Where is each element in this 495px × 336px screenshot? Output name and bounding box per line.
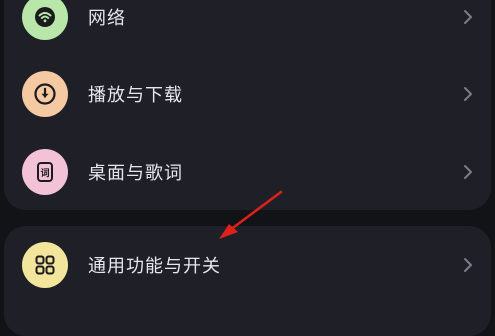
- settings-item-label: 通用功能与开关: [88, 256, 221, 277]
- grid-icon: [35, 255, 55, 275]
- settings-item-label: 网络: [88, 8, 126, 29]
- settings-item-label: 播放与下载: [88, 85, 183, 106]
- chevron-right-icon: [464, 10, 472, 24]
- grid-icon-badge: [22, 242, 68, 288]
- svg-text:词: 词: [40, 167, 49, 179]
- chevron-right-icon: [464, 258, 472, 272]
- wifi-icon: [35, 7, 55, 27]
- download-icon: [34, 83, 56, 105]
- chevron-right-icon: [464, 87, 472, 101]
- settings-item-label: 桌面与歌词: [88, 163, 183, 184]
- settings-item-playback-download[interactable]: 播放与下载: [4, 55, 491, 133]
- lyrics-icon-badge: 词: [22, 149, 68, 195]
- settings-item-desktop-lyrics[interactable]: 词 桌面与歌词: [4, 133, 491, 210]
- lyrics-icon: 词: [37, 162, 53, 182]
- download-icon-badge: [22, 71, 68, 117]
- settings-item-network[interactable]: 网络: [4, 0, 491, 56]
- settings-group-2: 通用功能与开关: [4, 226, 491, 336]
- settings-group-1: 网络 播放与下载 词 桌面与歌词: [4, 0, 491, 210]
- wifi-icon-badge: [22, 0, 68, 40]
- settings-item-general[interactable]: 通用功能与开关: [4, 226, 491, 304]
- chevron-right-icon: [464, 165, 472, 179]
